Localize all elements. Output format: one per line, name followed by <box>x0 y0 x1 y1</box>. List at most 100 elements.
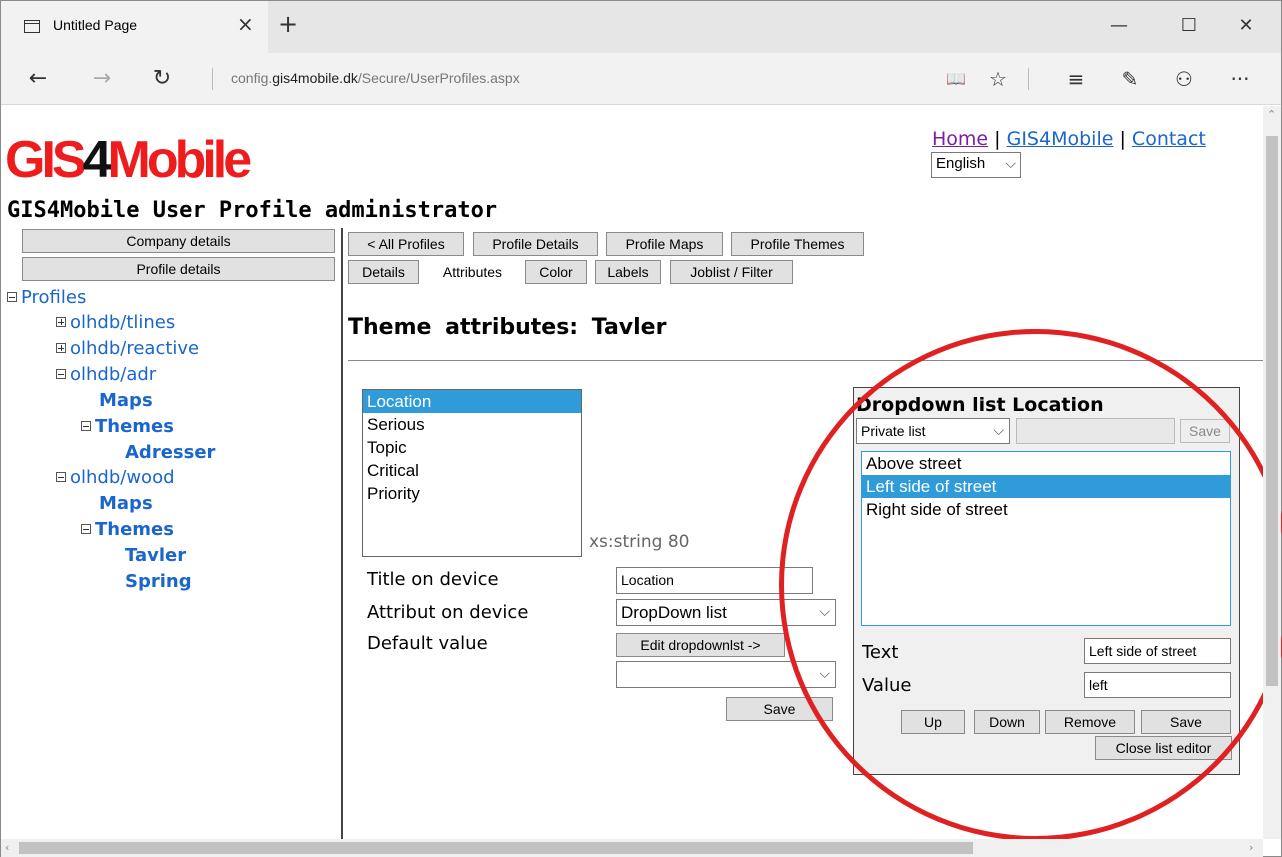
default-value-select[interactable]: ⌵ <box>616 661 836 688</box>
tree-node-themes[interactable]: Themes <box>81 416 174 438</box>
tab-close-icon[interactable]: × <box>237 14 254 34</box>
labels-tab[interactable]: Labels <box>595 260 661 284</box>
list-item[interactable]: Above street <box>862 452 1230 475</box>
chevron-down-icon: ⌵ <box>1005 155 1016 171</box>
tree-node-profiles[interactable]: Profiles <box>7 287 86 309</box>
tree-node-olhdb-tlines[interactable]: olhdb/tlines <box>56 312 175 334</box>
divider <box>341 228 343 840</box>
scrollbar-thumb[interactable] <box>19 842 973 854</box>
tree-node-olhdb-adr[interactable]: olhdb/adr <box>56 364 156 386</box>
forward-icon[interactable]: → <box>85 63 119 95</box>
expand-icon[interactable] <box>56 317 66 327</box>
color-tab[interactable]: Color <box>525 260 587 284</box>
contact-link[interactable]: Contact <box>1132 128 1206 150</box>
value-input[interactable]: left <box>1084 672 1231 698</box>
list-item[interactable]: Left side of street <box>862 475 1230 498</box>
profile-details-tab[interactable]: Profile Details <box>473 232 598 256</box>
address-path: /Secure/UserProfiles.aspx <box>357 70 520 86</box>
language-select[interactable]: English ⌵ <box>931 152 1021 178</box>
tree-node-tavler[interactable]: Tavler <box>125 545 186 567</box>
tree-node-maps[interactable]: Maps <box>99 493 153 515</box>
dropdown-items-listbox[interactable]: Above street Left side of street Right s… <box>861 451 1231 626</box>
list-type-select[interactable]: Private list ⌵ <box>856 418 1010 444</box>
list-item[interactable]: Priority <box>363 482 581 505</box>
reading-view-icon[interactable]: 📖 <box>939 63 973 95</box>
company-details-button[interactable]: Company details <box>22 229 335 253</box>
title-on-device-input[interactable]: Location <box>616 567 813 594</box>
maximize-icon[interactable]: ☐ <box>1166 11 1212 41</box>
share-icon[interactable]: ⚇ <box>1167 63 1201 95</box>
divider <box>1028 68 1029 90</box>
list-name-input <box>1016 418 1175 444</box>
attributes-tab[interactable]: Attributes <box>428 260 517 284</box>
gis4mobile-link[interactable]: GIS4Mobile <box>1007 128 1114 150</box>
dropdown-list-editor: Dropdown list Location Private list ⌵ Sa… <box>853 387 1240 775</box>
browser-tab[interactable]: Untitled Page × <box>1 1 268 53</box>
favorite-star-icon[interactable]: ☆ <box>981 63 1015 95</box>
collapse-icon[interactable] <box>81 524 91 534</box>
chevron-down-icon: ⌵ <box>819 665 830 681</box>
profile-themes-tab[interactable]: Profile Themes <box>731 232 864 256</box>
text-input[interactable]: Left side of street <box>1084 638 1231 664</box>
home-link[interactable]: Home <box>932 128 988 150</box>
tree-node-olhdb-wood[interactable]: olhdb/wood <box>56 467 175 489</box>
title-bar: Untitled Page × + — ☐ ✕ <box>1 1 1281 53</box>
new-tab-icon[interactable]: + <box>278 12 298 36</box>
dropdown-editor-title: Dropdown list Location <box>856 394 1104 416</box>
list-item[interactable]: Topic <box>363 436 581 459</box>
edit-dropdownlist-button[interactable]: Edit dropdownlst -> <box>616 633 785 657</box>
link-separator: | <box>1119 128 1126 150</box>
scroll-up-icon[interactable]: ⌃ <box>1267 108 1276 121</box>
vertical-scrollbar[interactable]: ⌃ <box>1263 106 1281 839</box>
attributes-listbox[interactable]: Location Serious Topic Critical Priority <box>362 389 582 557</box>
page-title: GIS4Mobile User Profile administrator <box>7 198 498 223</box>
tree-node-adresser[interactable]: Adresser <box>125 442 215 464</box>
attribut-on-device-value: DropDown list <box>621 603 727 622</box>
hub-icon[interactable]: ≡ <box>1059 63 1093 95</box>
list-item[interactable]: Right side of street <box>862 498 1230 521</box>
web-note-icon[interactable]: ✎ <box>1113 63 1147 95</box>
divider <box>348 360 1263 361</box>
minimize-icon[interactable]: — <box>1096 11 1142 41</box>
tree-node-themes[interactable]: Themes <box>81 519 174 541</box>
scrollbar-thumb[interactable] <box>1266 136 1278 686</box>
all-profiles-button[interactable]: < All Profiles <box>348 232 464 256</box>
scroll-left-icon[interactable]: ‹ <box>5 841 9 854</box>
refresh-icon[interactable]: ↻ <box>145 63 179 95</box>
collapse-icon[interactable] <box>56 472 66 482</box>
collapse-icon[interactable] <box>7 292 17 302</box>
top-links: Home | GIS4Mobile | Contact <box>932 128 1206 150</box>
attribut-on-device-select[interactable]: DropDown list ⌵ <box>616 599 836 626</box>
details-tab[interactable]: Details <box>348 260 419 284</box>
link-separator: | <box>994 128 1001 150</box>
more-icon[interactable]: ··· <box>1223 63 1257 95</box>
remove-button[interactable]: Remove <box>1045 710 1135 734</box>
horizontal-scrollbar[interactable]: ‹ › <box>1 839 1263 857</box>
default-value-label: Default value <box>367 633 488 654</box>
close-window-icon[interactable]: ✕ <box>1223 11 1269 41</box>
profile-details-button[interactable]: Profile details <box>22 257 335 281</box>
tree-node-spring[interactable]: Spring <box>125 571 192 593</box>
language-value: English <box>936 155 986 172</box>
up-button[interactable]: Up <box>901 710 965 734</box>
tree-node-maps[interactable]: Maps <box>99 390 153 412</box>
collapse-icon[interactable] <box>56 369 66 379</box>
collapse-icon[interactable] <box>81 421 91 431</box>
joblist-filter-tab[interactable]: Joblist / Filter <box>670 260 793 284</box>
list-item[interactable]: Critical <box>363 459 581 482</box>
text-label: Text <box>862 642 899 663</box>
scroll-right-icon[interactable]: › <box>1249 841 1253 854</box>
tree-node-olhdb-reactive[interactable]: olhdb/reactive <box>56 338 199 360</box>
list-save-button: Save <box>1180 419 1230 443</box>
type-note: xs:string 80 <box>589 532 690 552</box>
close-list-editor-button[interactable]: Close list editor <box>1095 736 1232 760</box>
profile-maps-tab[interactable]: Profile Maps <box>606 232 723 256</box>
back-icon[interactable]: ← <box>21 63 55 95</box>
expand-icon[interactable] <box>56 343 66 353</box>
down-button[interactable]: Down <box>974 710 1040 734</box>
address-bar[interactable]: config.gis4mobile.dk/Secure/UserProfiles… <box>231 70 520 86</box>
save-button[interactable]: Save <box>726 697 833 721</box>
list-item[interactable]: Serious <box>363 413 581 436</box>
save-item-button[interactable]: Save <box>1141 710 1231 734</box>
list-item[interactable]: Location <box>363 390 581 413</box>
